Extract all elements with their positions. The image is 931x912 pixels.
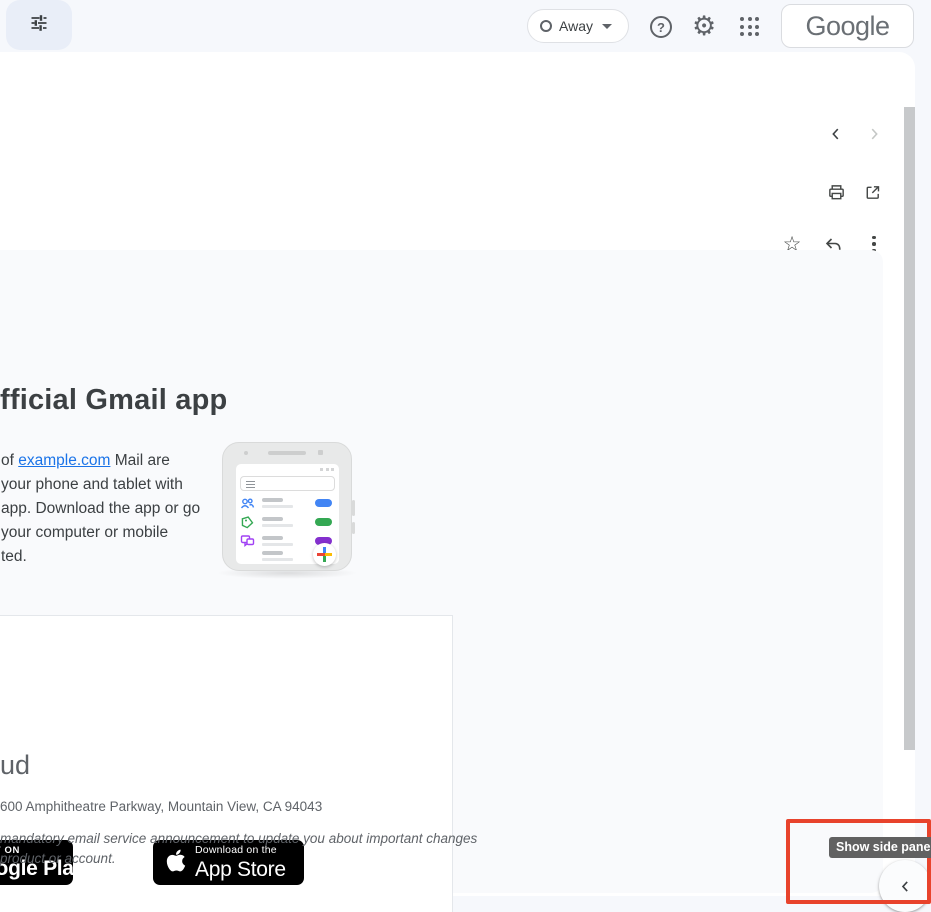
phone-screen [236, 464, 339, 564]
para-line: your computer or mobile [1, 521, 200, 545]
print-icon [827, 183, 846, 202]
para-line: app. Download the app or go [1, 497, 200, 521]
para-line: ted. [1, 545, 200, 569]
chevron-right-icon [866, 126, 882, 142]
settings-button[interactable]: ⚙ [692, 13, 716, 40]
show-side-panel-button[interactable] [879, 860, 931, 912]
scrollbar-thumb[interactable] [904, 107, 915, 750]
older-email-button[interactable] [860, 120, 888, 148]
footer-disclaimer-line2: product or account. [0, 851, 116, 866]
chevron-left-icon [898, 879, 913, 894]
newer-email-button[interactable] [822, 120, 850, 148]
footer-disclaimer-line1: mandatory email service announcement to … [0, 831, 477, 846]
google-account-logo[interactable]: Google [781, 4, 914, 48]
mini-search-bar [240, 476, 335, 491]
email-body: fficial Gmail app of example.com Mail ar… [0, 250, 883, 893]
sender-address: 600 Amphitheatre Parkway, Mountain View,… [0, 799, 322, 814]
label-icon [240, 515, 255, 530]
help-icon: ? [650, 16, 672, 38]
promo-paragraph: of example.com Mail are your phone and t… [1, 449, 200, 569]
chevron-down-icon [602, 24, 612, 29]
para-line: of example.com Mail are [1, 449, 200, 473]
open-in-new-window-button[interactable] [858, 178, 886, 206]
promo-heading: fficial Gmail app [0, 384, 227, 417]
search-options-button[interactable] [6, 0, 72, 50]
example-link[interactable]: example.com [18, 452, 110, 469]
phone-illustration [222, 442, 352, 571]
open-in-new-icon [863, 183, 882, 202]
para-line: your phone and tablet with [1, 473, 200, 497]
app-store-badge[interactable]: Download on the App Store [153, 840, 304, 885]
help-button[interactable]: ? [650, 16, 672, 38]
sender-brand: ud [0, 750, 30, 781]
print-button[interactable] [822, 178, 850, 206]
contacts-icon [240, 496, 255, 511]
apps-grid-icon [740, 17, 759, 36]
tune-icon [28, 12, 50, 39]
status-selector[interactable]: Away [527, 9, 629, 43]
show-side-panel-tooltip: Show side panel [829, 837, 931, 858]
gmail-window: Away ? ⚙ Google [0, 0, 931, 912]
google-apps-button[interactable] [740, 17, 759, 36]
away-status-icon [540, 20, 552, 32]
apple-icon [166, 848, 186, 878]
hamburger-icon [246, 481, 255, 490]
google-logo: Google [805, 11, 889, 42]
gear-icon: ⚙ [692, 13, 716, 40]
chevron-left-icon [828, 126, 844, 142]
status-label: Away [559, 18, 593, 34]
